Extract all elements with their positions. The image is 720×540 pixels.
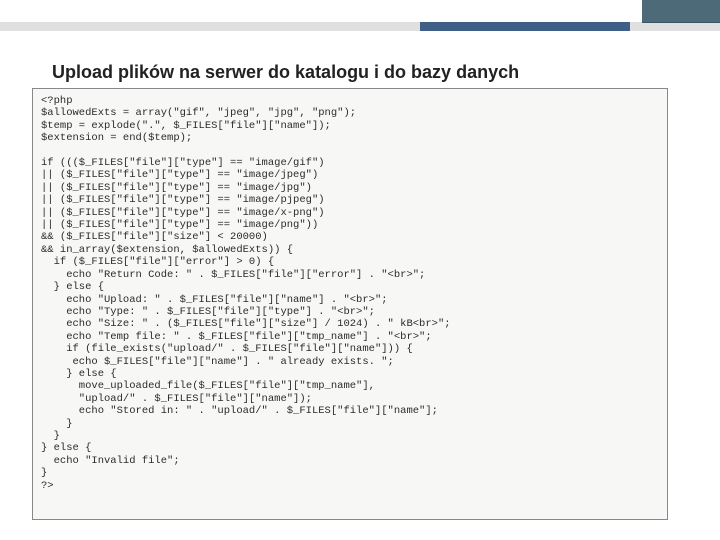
code-block: <?php $allowedExts = array("gif", "jpeg"…: [32, 88, 668, 520]
header-bar-blue: [420, 22, 630, 31]
code-content: <?php $allowedExts = array("gif", "jpeg"…: [41, 95, 659, 492]
slide-header-decoration: [0, 0, 720, 34]
slide-heading: Upload plików na serwer do katalogu i do…: [52, 62, 519, 83]
header-bar-dark: [642, 0, 720, 23]
